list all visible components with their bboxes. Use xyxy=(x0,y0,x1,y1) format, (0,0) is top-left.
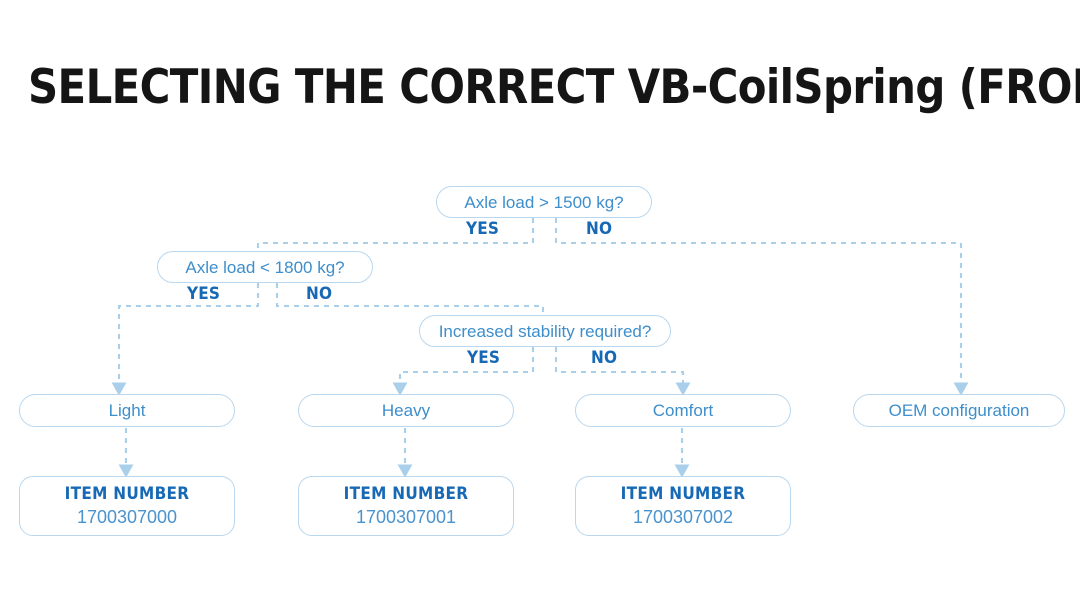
outcome-label: OEM configuration xyxy=(888,401,1030,420)
item-number-box-comfort[interactable]: ITEM NUMBER 1700307002 xyxy=(575,476,791,536)
item-number-heading: ITEM NUMBER xyxy=(64,484,190,504)
page-title: SELECTING THE CORRECT VB-CoilSpring (FRO… xyxy=(28,60,1080,115)
item-number-box-light[interactable]: ITEM NUMBER 1700307000 xyxy=(19,476,235,536)
decision-node-increased-stability[interactable]: Increased stability required? xyxy=(419,315,671,347)
item-number-box-heavy[interactable]: ITEM NUMBER 1700307001 xyxy=(298,476,514,536)
outcome-node-heavy[interactable]: Heavy xyxy=(298,394,514,427)
branch-label-d1-no: NO xyxy=(586,219,613,239)
outcome-label: Heavy xyxy=(381,401,431,420)
outcome-label: Light xyxy=(108,401,146,420)
decision-label: Axle load < 1800 kg? xyxy=(185,257,345,277)
outcome-node-comfort[interactable]: Comfort xyxy=(575,394,791,427)
branch-label-d2-no: NO xyxy=(306,284,333,304)
item-number-heading: ITEM NUMBER xyxy=(620,484,746,504)
flowchart-canvas: SELECTING THE CORRECT VB-CoilSpring (FRO… xyxy=(0,0,1080,608)
decision-node-axle-load-1500[interactable]: Axle load > 1500 kg? xyxy=(436,186,652,218)
branch-label-d2-yes: YES xyxy=(187,284,221,304)
branch-label-d1-yes: YES xyxy=(466,219,500,239)
item-number-heading: ITEM NUMBER xyxy=(343,484,469,504)
item-number-value: 1700307001 xyxy=(355,507,457,527)
decision-label: Increased stability required? xyxy=(438,321,652,341)
item-number-value: 1700307000 xyxy=(76,507,178,527)
outcome-node-oem-configuration[interactable]: OEM configuration xyxy=(853,394,1065,427)
decision-node-axle-load-1800[interactable]: Axle load < 1800 kg? xyxy=(157,251,373,283)
branch-label-d3-no: NO xyxy=(591,348,618,368)
decision-label: Axle load > 1500 kg? xyxy=(464,192,624,212)
item-number-value: 1700307002 xyxy=(632,507,734,527)
outcome-node-light[interactable]: Light xyxy=(19,394,235,427)
outcome-label: Comfort xyxy=(652,401,714,420)
edge-d3-no xyxy=(554,347,691,396)
branch-label-d3-yes: YES xyxy=(467,348,501,368)
